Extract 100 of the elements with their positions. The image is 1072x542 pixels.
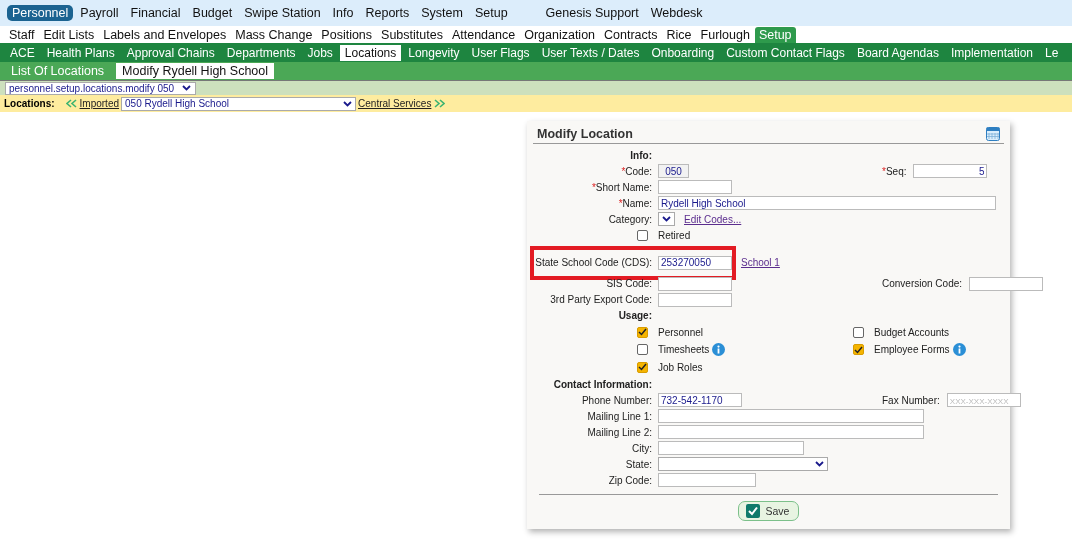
input-field[interactable] [658,409,924,423]
field-label: Zip Code: [608,474,652,486]
checkbox-label: Personnel [658,326,704,338]
menu-tab[interactable]: Info [327,5,359,21]
field-label: State School Code (CDS): [535,257,652,268]
menu-tab[interactable]: Webdesk [645,5,708,21]
nav-tab[interactable]: ACE [5,44,40,61]
field-label: Name: [622,197,652,209]
input-field[interactable]: 5 [913,164,988,178]
menu-tab[interactable]: Positions [317,27,377,43]
menu-tab[interactable]: Contracts [600,27,662,43]
link[interactable]: School 1 [741,257,780,268]
required-mark: * [882,165,886,177]
nav-tab[interactable]: Custom Contact Flags [721,44,850,61]
nav-tab[interactable]: User Flags [466,44,535,61]
section-heading: Contact Information: [552,378,652,390]
nav-tab[interactable]: Le [1040,44,1064,61]
menu-tab[interactable]: Setup [754,27,796,43]
checkmark-icon [745,504,760,518]
checkbox[interactable] [853,326,864,338]
field-label: City: [632,442,652,454]
panel-title: Modify Location [537,127,633,141]
menu-tab[interactable]: Organization [520,27,600,43]
menu-tab[interactable]: Swipe Station [239,5,326,21]
double-chevron-left-icon [65,99,77,108]
field-label: Mailing Line 1: [587,410,652,422]
nav-tab[interactable]: Health Plans [41,44,120,61]
field-label: SIS Code: [606,278,652,289]
menu-tab[interactable]: Genesis Support [540,5,644,21]
input-field[interactable] [658,292,732,307]
select-field[interactable] [658,212,675,226]
input-field[interactable]: 253270050 [658,255,732,270]
locations-label: Locations: [4,98,55,109]
field-label: Fax Number: [882,394,940,406]
menu-tab[interactable]: Payroll [75,5,124,21]
menu-tab[interactable]: Labels and Envelopes [99,27,231,43]
menu-tab[interactable]: Rice [662,27,696,43]
input-field[interactable] [658,441,804,455]
required-mark: * [591,181,596,193]
chevron-down-icon [662,216,671,222]
section-heading: Usage: [617,310,652,321]
input-field[interactable] [969,276,1044,291]
menu-tab[interactable]: Edit Lists [39,27,99,43]
nav-tab[interactable]: Approval Chains [121,44,220,61]
field-label: Conversion Code: [882,278,963,289]
checkmark-icon [854,345,863,354]
checkbox-label: Timesheets [658,344,710,356]
field-label: State: [625,458,652,470]
menu-tab[interactable]: Setup [469,5,513,21]
page-tab[interactable]: Modify Rydell High School [116,63,274,79]
menu-tab[interactable]: Personnel [7,5,74,21]
menu-tab[interactable]: Substitutes [377,27,447,43]
checkbox[interactable] [637,361,648,373]
field-label: Short Name: [595,181,652,193]
section-heading: Info: [629,149,652,161]
checkmark-icon [638,328,647,337]
checkmark-icon [638,363,647,372]
field-label: Code: [625,165,652,177]
location-select[interactable]: 050 Rydell High School [121,96,357,111]
input-field[interactable]: 732-542-1170 [658,393,742,407]
nav-tab[interactable]: Onboarding [646,44,720,61]
field-label: Category: [608,213,652,225]
menu-tab[interactable]: Staff [5,27,39,43]
menu-tab[interactable]: Attendance [447,27,520,43]
nav-tab[interactable]: User Texts / Dates [536,44,645,61]
calendar-icon [986,127,1000,141]
nav-tab[interactable]: Board Agendas [851,44,944,61]
menu-tab[interactable]: Budget [187,5,238,21]
double-chevron-right-icon [434,99,446,108]
next-link[interactable]: Central Services [358,98,432,109]
input-field[interactable] [658,425,924,439]
menu-tab[interactable]: Furlough [696,27,754,43]
page-select[interactable]: personnel.setup.locations.modify 050 [5,81,196,95]
nav-tab[interactable]: Longevity [403,44,465,61]
input-field[interactable]: XXX-XXX-XXXX [946,393,1021,407]
menu-tab[interactable]: Mass Change [231,27,317,43]
input-field[interactable]: Rydell High School [658,196,996,210]
checkbox[interactable] [637,230,648,242]
input-field[interactable] [658,180,732,194]
checkbox-label: Job Roles [658,361,703,373]
checkbox[interactable] [637,344,648,356]
menu-tab[interactable]: Reports [360,5,415,21]
required-mark: * [621,165,626,177]
input-field[interactable]: 050 [658,164,689,178]
checkbox[interactable] [637,326,648,338]
nav-tab[interactable]: Departments [221,44,301,61]
select-field[interactable] [658,457,828,471]
input-field[interactable] [658,473,756,487]
checkbox[interactable] [853,344,864,356]
menu-tab[interactable]: System [416,5,468,21]
nav-tab[interactable]: Jobs [302,44,338,61]
menu-tab[interactable]: Financial [125,5,186,21]
field-label: Seq: [885,165,907,177]
link[interactable]: Edit Codes... [684,213,742,225]
previous-link[interactable]: Imported [79,98,120,109]
nav-tab[interactable]: Implementation [945,44,1038,61]
chevron-down-icon [182,85,191,91]
save-button[interactable]: Save [737,501,800,521]
nav-tab[interactable]: Locations [339,44,402,61]
field-label: 3rd Party Export Code: [550,294,652,305]
